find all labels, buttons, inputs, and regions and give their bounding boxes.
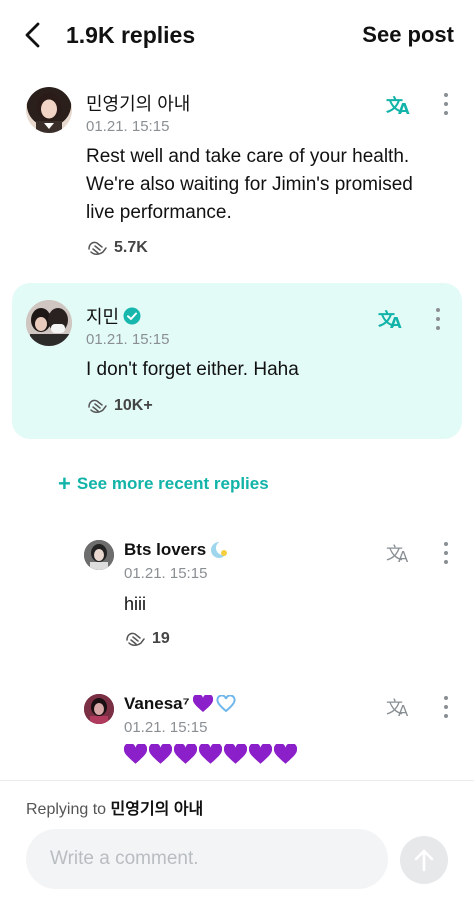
like-button[interactable]: 19	[124, 629, 170, 649]
comment-text: hiii	[124, 594, 147, 614]
author-name[interactable]: Bts lovers	[124, 540, 231, 560]
replying-prefix: Replying to	[26, 801, 107, 818]
comment-text: I don't forget either. Haha	[86, 359, 299, 380]
outline-heart-icon	[216, 695, 236, 713]
avatar-portrait	[84, 540, 114, 570]
back-button[interactable]	[18, 18, 46, 52]
replying-to-label: Replying to 민영기의 아내	[26, 795, 203, 819]
translate-icon[interactable]: 文A	[378, 306, 406, 332]
timestamp: 01.21. 15:15	[86, 118, 170, 135]
purple-heart-icon	[174, 744, 197, 764]
purple-heart-icon	[149, 744, 172, 764]
author-name[interactable]: 지민	[86, 303, 141, 329]
purple-heart-icon	[199, 744, 222, 764]
crescent-moon-icon	[211, 541, 231, 558]
purple-heart-icon	[224, 744, 247, 764]
plus-icon: +	[58, 471, 71, 496]
divider	[0, 780, 474, 781]
avatar-portrait	[26, 300, 72, 346]
page-title: 1.9K replies	[66, 22, 196, 48]
author-name-label: Vanesa⁷	[124, 694, 190, 713]
author-name[interactable]: Vanesa⁷	[124, 694, 236, 714]
avatar[interactable]	[84, 540, 114, 570]
like-hands-icon	[88, 241, 107, 255]
translate-icon[interactable]: 文A	[386, 92, 414, 118]
purple-heart-icon	[192, 695, 213, 712]
purple-heart-icon	[249, 744, 272, 764]
more-options-icon[interactable]	[431, 306, 445, 332]
like-hands-icon	[126, 632, 145, 646]
top-bar: 1.9K replies See post	[0, 0, 474, 70]
translate-icon[interactable]: 文A	[386, 540, 414, 566]
avatar[interactable]	[26, 87, 72, 133]
like-count: 5.7K	[114, 239, 148, 256]
more-options-icon[interactable]	[439, 540, 453, 566]
avatar-portrait	[84, 694, 114, 724]
avatar[interactable]	[84, 694, 114, 724]
avatar-portrait	[36, 93, 62, 133]
emoji-hearts-row	[124, 744, 297, 765]
author-name-label: Bts lovers	[124, 540, 207, 559]
svg-text:A: A	[398, 100, 410, 116]
verified-badge-icon	[123, 307, 141, 325]
svg-text:A: A	[398, 702, 409, 718]
like-button[interactable]: 10K+	[86, 396, 153, 416]
author-name[interactable]: 민영기의 아내	[86, 90, 190, 116]
arrow-up-icon	[414, 849, 434, 872]
purple-heart-icon	[274, 744, 297, 764]
like-count: 19	[152, 630, 170, 647]
timestamp: 01.21. 15:15	[124, 565, 208, 582]
comment-text-line: We're also waiting for Jimin's promised	[86, 174, 413, 195]
comment-text-line: Rest well and take care of your health.	[86, 146, 410, 167]
comment-text: Rest well and take care of your health. …	[86, 143, 413, 227]
see-more-replies-link[interactable]: + See more recent replies	[58, 471, 269, 496]
chevron-left-icon	[25, 22, 40, 48]
send-button[interactable]	[400, 836, 448, 884]
like-hands-icon	[88, 399, 107, 413]
timestamp: 01.21. 15:15	[86, 331, 170, 348]
more-options-icon[interactable]	[439, 694, 453, 720]
replying-target: 민영기의 아내	[110, 801, 204, 818]
avatar[interactable]	[26, 300, 72, 346]
translate-icon[interactable]: 文A	[386, 694, 414, 720]
comment-input[interactable]: Write a comment.	[26, 829, 388, 889]
timestamp: 01.21. 15:15	[124, 719, 208, 736]
svg-text:A: A	[398, 548, 409, 564]
see-more-label: See more recent replies	[76, 474, 269, 493]
see-post-button[interactable]: See post	[362, 22, 454, 48]
more-options-icon[interactable]	[439, 91, 453, 117]
svg-text:A: A	[390, 314, 402, 330]
purple-heart-icon	[124, 744, 147, 764]
like-button[interactable]: 5.7K	[86, 238, 148, 258]
like-count: 10K+	[114, 397, 153, 414]
author-name-label: 지민	[86, 307, 120, 327]
comment-text-line: live performance.	[86, 202, 232, 223]
